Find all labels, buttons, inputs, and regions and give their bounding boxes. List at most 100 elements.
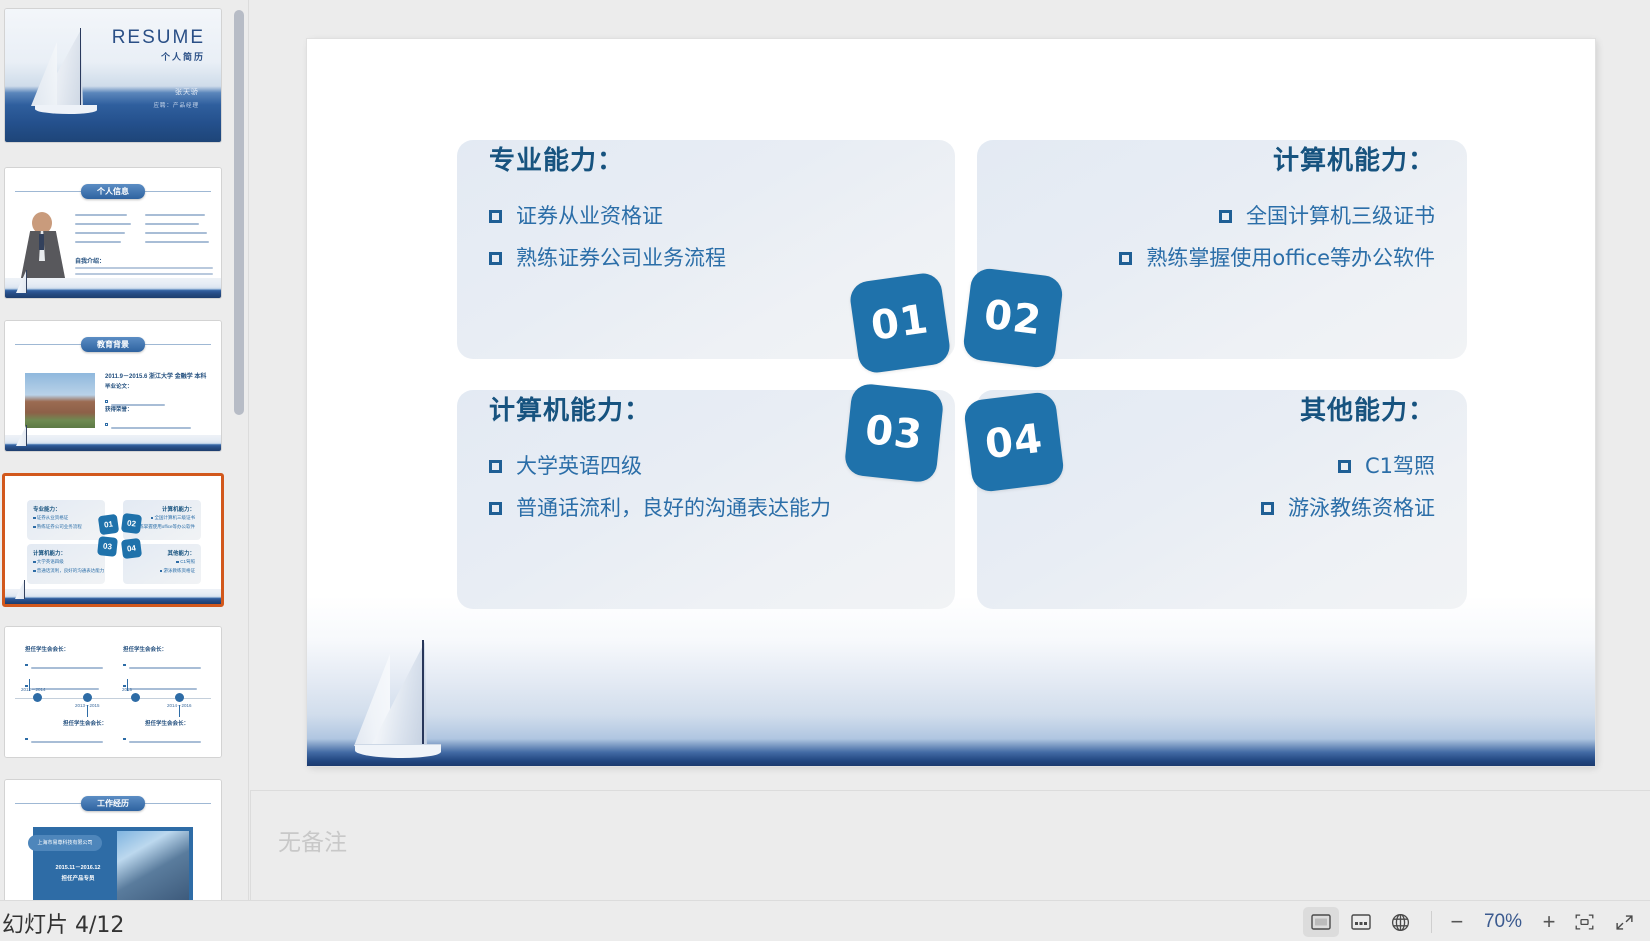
skill-card-01-title: 专业能力：: [489, 146, 625, 176]
thumb-5-date-0: 2012－2014: [21, 687, 46, 692]
thumbnail-panel-scrollbar[interactable]: [229, 0, 249, 900]
slide-thumbnail-4[interactable]: 专业能力： 证券从业资格证 熟练证券公司业务流程 计算机能力： 全国计算机三级证…: [2, 473, 224, 607]
number-badge-03[interactable]: 03: [843, 382, 945, 484]
thumb-1-subtitle: 个人简历: [160, 52, 205, 62]
thumb-4-badge-04: 04: [120, 537, 143, 560]
thumb-4-badge-02: 02: [120, 512, 143, 535]
thumb-4-card-01-bullet-0: 证券从业资格证: [33, 515, 68, 521]
number-badge-04[interactable]: 04: [962, 390, 1066, 494]
thumb-1-title: RESUME: [111, 27, 205, 48]
divider: [250, 791, 251, 901]
thumb-3-line1: 2011.9－2015.6 浙江大学 金融学 本科: [105, 374, 207, 380]
sailboat-graphic: [13, 425, 31, 449]
slide-editing-stage[interactable]: 专业能力： 证券从业资格证 熟练证券公司业务流程 计算机能力： 全国计算机三级证…: [250, 0, 1650, 900]
thumb-4-card-02-title: 计算机能力：: [161, 507, 195, 513]
slide-thumbnail-2[interactable]: 个人信息 自我介绍：: [4, 167, 222, 299]
thumb-6-header: 工作经历: [81, 796, 145, 811]
building-photo: [117, 831, 189, 900]
normal-view-button[interactable]: [1302, 907, 1339, 937]
notes-placeholder: 无备注: [278, 830, 347, 856]
slide-thumbnail-panel[interactable]: RESUME 个人简历 张天骄 应聘：产品经理 个人信息 自我介绍： 教育背景 …: [0, 0, 226, 900]
divider: [1430, 911, 1432, 933]
bullet-square-icon: [489, 209, 502, 223]
thumb-1-name: 张天骄: [175, 89, 199, 96]
thumb-6-panel: 上海市易尊科技有限公司 2015.11－2016.12 担任产品专员: [28, 827, 193, 900]
bullet-square-icon: [1261, 501, 1274, 515]
skill-card-04-bullet-1: 游泳教练资格证: [1005, 487, 1435, 529]
slide-thumbnail-5[interactable]: 担任学生会会长： 担任学生会会长： 2012－2014 2013－2015 20…: [4, 626, 222, 758]
scrollbar-thumb[interactable]: [234, 10, 244, 415]
number-badge-01[interactable]: 01: [848, 271, 952, 375]
ocean-strip: [5, 435, 221, 451]
bullet-square-icon: [489, 251, 502, 265]
thumb-5-block-title-b: 担任学生会会长：: [123, 647, 168, 653]
bullet-text: 全国计算机三级证书: [1246, 204, 1435, 228]
timeline-dot: [175, 693, 184, 702]
thumb-4-card-03-bullet-0: 大学英语四级: [33, 559, 64, 565]
skill-card-04-bullet-0: C1驾照: [1005, 445, 1435, 487]
thumb-4-badge-01: 01: [97, 513, 120, 536]
bullet-square-icon: [1219, 209, 1232, 223]
fullscreen-button[interactable]: [1606, 907, 1642, 937]
thumb-4-card-02-bullet-0: 全国计算机三级证书: [150, 515, 195, 521]
ocean-strip: [5, 589, 221, 604]
slide-thumbnail-1[interactable]: RESUME 个人简历 张天骄 应聘：产品经理: [4, 8, 222, 143]
zoom-out-button[interactable]: −: [1444, 909, 1470, 935]
thumb-1-canvas: RESUME 个人简历 张天骄 应聘：产品经理: [5, 9, 221, 142]
skill-card-01-bullet-0: 证券从业资格证: [489, 195, 919, 237]
thumb-5-canvas: 担任学生会会长： 担任学生会会长： 2012－2014 2013－2015 20…: [5, 627, 221, 757]
zoom-level-label[interactable]: 70%: [1484, 911, 1522, 933]
thumb-4-card-03-title: 计算机能力：: [33, 551, 67, 557]
skill-card-02-bullets: 全国计算机三级证书 熟练掌握使用office等办公软件: [1005, 195, 1435, 279]
thumb-6-position: 担任产品专员: [61, 876, 95, 882]
speaker-notes-pane[interactable]: 无备注: [250, 790, 1650, 901]
slide-sorter-view-button[interactable]: [1343, 907, 1379, 937]
bullet-square-icon: [1119, 251, 1133, 265]
current-slide[interactable]: 专业能力： 证券从业资格证 熟练证券公司业务流程 计算机能力： 全国计算机三级证…: [307, 39, 1595, 766]
thumb-5-block-title-a: 担任学生会会长：: [25, 647, 70, 653]
thumb-5-date-1: 2013－2015: [75, 703, 100, 708]
thumb-4-card-04-bullet-0: C1驾照: [176, 559, 195, 565]
thumb-4-card-04-bullet-1: 游泳教练资格证: [159, 568, 195, 574]
bullet-text: 大学英语四级: [516, 454, 642, 478]
skill-card-01-bullet-1: 熟练证券公司业务流程: [489, 237, 919, 279]
bullet-square-icon: [489, 501, 502, 515]
campus-photo: [25, 373, 95, 428]
timeline-dot: [33, 693, 42, 702]
slide-counter: 幻灯片 4/12: [2, 913, 125, 938]
thumb-5-bullets-c: [25, 730, 103, 757]
thumb-2-header: 个人信息: [81, 184, 145, 199]
thumb-3-line2: 毕业论文：: [105, 384, 133, 390]
ocean-strip: [5, 278, 221, 298]
thumb-6-period: 2015.11－2016.12: [55, 865, 101, 871]
thumb-5-date-3: 2014－2016: [167, 703, 192, 708]
thumb-3-header: 教育背景: [81, 337, 145, 352]
sailboat-graphic: [27, 28, 105, 116]
thumb-6-canvas: 工作经历 上海市易尊科技有限公司 2015.11－2016.12 担任产品专员: [5, 780, 221, 900]
skill-card-04-bullets: C1驾照 游泳教练资格证: [1005, 445, 1435, 529]
number-badge-02[interactable]: 02: [961, 266, 1065, 370]
reading-view-button[interactable]: [1383, 907, 1419, 937]
skill-card-02-bullet-0: 全国计算机三级证书: [1005, 195, 1435, 237]
thumb-4-card-01: 专业能力： 证券从业资格证 熟练证券公司业务流程: [27, 500, 105, 540]
thumb-4-card-01-title: 专业能力：: [33, 507, 61, 513]
slide-thumbnail-6[interactable]: 工作经历 上海市易尊科技有限公司 2015.11－2016.12 担任产品专员: [4, 779, 222, 900]
fit-to-window-button[interactable]: [1566, 907, 1602, 937]
thumb-6-company: 上海市易尊科技有限公司: [37, 840, 93, 846]
thumb-2-section-label: 自我介绍：: [75, 259, 106, 265]
bullet-square-icon: [489, 459, 502, 473]
status-bar: 幻灯片 4/12 − 70% +: [0, 900, 1650, 941]
thumb-5-block-title-c: 担任学生会会长：: [63, 721, 108, 727]
thumb-1-title-block: RESUME 个人简历: [112, 27, 205, 63]
thumb-4-card-04-title: 其他能力：: [167, 551, 195, 557]
thumb-2-info-right: [145, 214, 209, 243]
thumb-5-bullets-b: [123, 656, 201, 695]
sailboat-graphic: [13, 270, 31, 296]
bullet-text: C1驾照: [1364, 454, 1435, 478]
skill-card-02-title: 计算机能力：: [1272, 146, 1435, 176]
company-badge: 上海市易尊科技有限公司: [28, 835, 102, 851]
sailboat-graphic: [13, 580, 29, 602]
slide-thumbnail-3[interactable]: 教育背景 2011.9－2015.6 浙江大学 金融学 本科 毕业论文： 获得荣…: [4, 320, 222, 452]
zoom-in-button[interactable]: +: [1536, 909, 1562, 935]
skill-card-02-bullet-1: 熟练掌握使用office等办公软件: [1005, 237, 1435, 279]
